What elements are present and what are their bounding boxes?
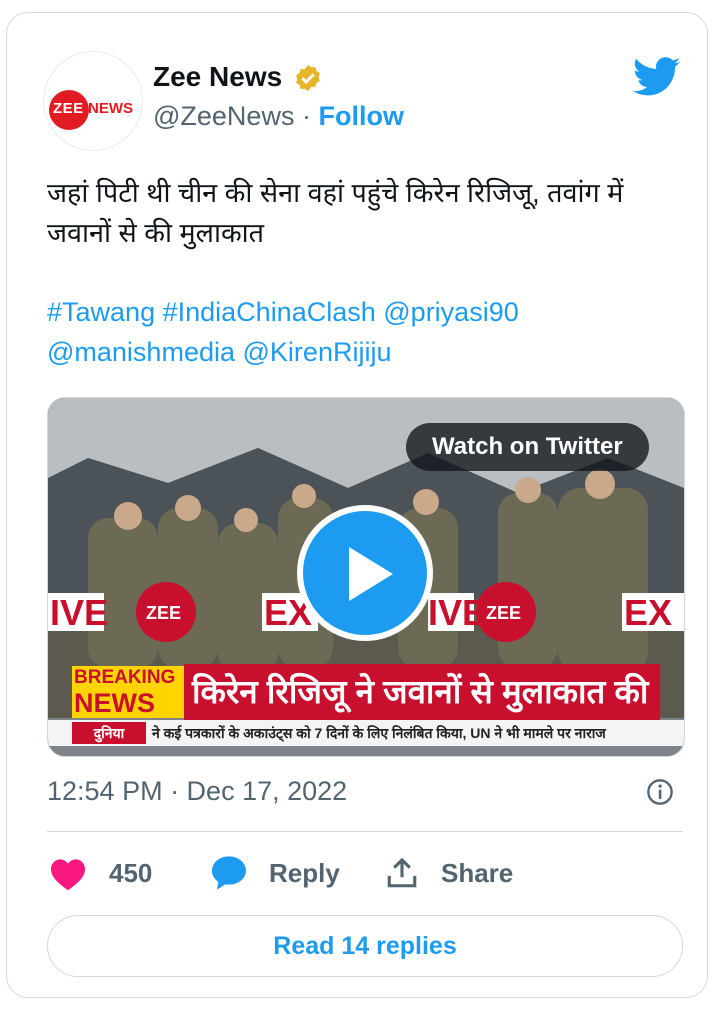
verified-badge-icon: [296, 64, 320, 92]
action-bar: 450 Reply Share: [47, 849, 687, 899]
twitter-bird-icon[interactable]: [633, 57, 681, 97]
tweet-timestamp[interactable]: 12:54 PM · Dec 17, 2022: [47, 776, 347, 807]
watch-on-twitter-button[interactable]: Watch on Twitter: [406, 423, 649, 471]
avatar[interactable]: ZEE NEWS: [43, 51, 143, 151]
mention-kirenrijiju[interactable]: @KirenRijiju: [243, 337, 392, 367]
play-icon: [349, 547, 393, 601]
breaking-headline: किरेन रिजिजू ने जवानों से मुलाकात की: [184, 664, 660, 720]
share-icon[interactable]: [385, 855, 419, 891]
avatar-logo-zee: ZEE: [53, 100, 84, 117]
tweet-text: जहां पिटी थी चीन की सेना वहां पहुंचे किर…: [47, 178, 624, 248]
heart-icon[interactable]: [49, 857, 87, 891]
mention-priyasi90[interactable]: @priyasi90: [383, 297, 518, 327]
reply-bubble-icon[interactable]: [209, 853, 249, 893]
reply-button[interactable]: Reply: [269, 858, 340, 889]
like-count[interactable]: 450: [109, 858, 152, 889]
hashtag-indiachinaclash[interactable]: #IndiaChinaClash: [163, 297, 376, 327]
overlay-zee-2: ZEE: [486, 603, 521, 623]
news-ticker: दुनिया ने कई पत्रकारों के अकाउंट्स को 7 …: [48, 720, 684, 746]
overlay-live-1: IVE: [50, 592, 108, 633]
avatar-logo-news: NEWS: [88, 100, 133, 117]
mention-manishmedia[interactable]: @manishmedia: [47, 337, 235, 367]
handle-row: @ZeeNews · Follow: [153, 101, 404, 132]
breaking-news-label: BREAKING NEWS: [72, 666, 184, 718]
author-name[interactable]: Zee News: [153, 61, 282, 93]
breaking-text: BREAKING: [74, 667, 176, 688]
share-button[interactable]: Share: [441, 858, 513, 889]
overlay-ex-2: EX: [624, 592, 672, 633]
follow-button[interactable]: Follow: [318, 101, 403, 131]
author-handle[interactable]: @ZeeNews: [153, 101, 294, 131]
play-button[interactable]: [297, 505, 433, 641]
divider: [47, 831, 683, 832]
ticker-text: ने कई पत्रकारों के अकाउंट्स को 7 दिनों क…: [152, 725, 606, 741]
video-media[interactable]: IVE ZEE EX IVE ZEE EX Watch on Twitter B…: [47, 397, 685, 757]
hashtag-tawang[interactable]: #Tawang: [47, 297, 155, 327]
overlay-zee-1: ZEE: [146, 603, 181, 623]
ticker-tag: दुनिया: [72, 722, 146, 744]
read-replies-button[interactable]: Read 14 replies: [47, 915, 683, 977]
info-icon[interactable]: [646, 778, 674, 806]
tweet-card: ZEE NEWS Zee News @ZeeNews · Follow जहां…: [6, 12, 708, 998]
separator-dot: ·: [301, 101, 311, 131]
news-text: NEWS: [74, 688, 155, 718]
tweet-links: #Tawang #IndiaChinaClash @priyasi90 @man…: [47, 292, 687, 372]
